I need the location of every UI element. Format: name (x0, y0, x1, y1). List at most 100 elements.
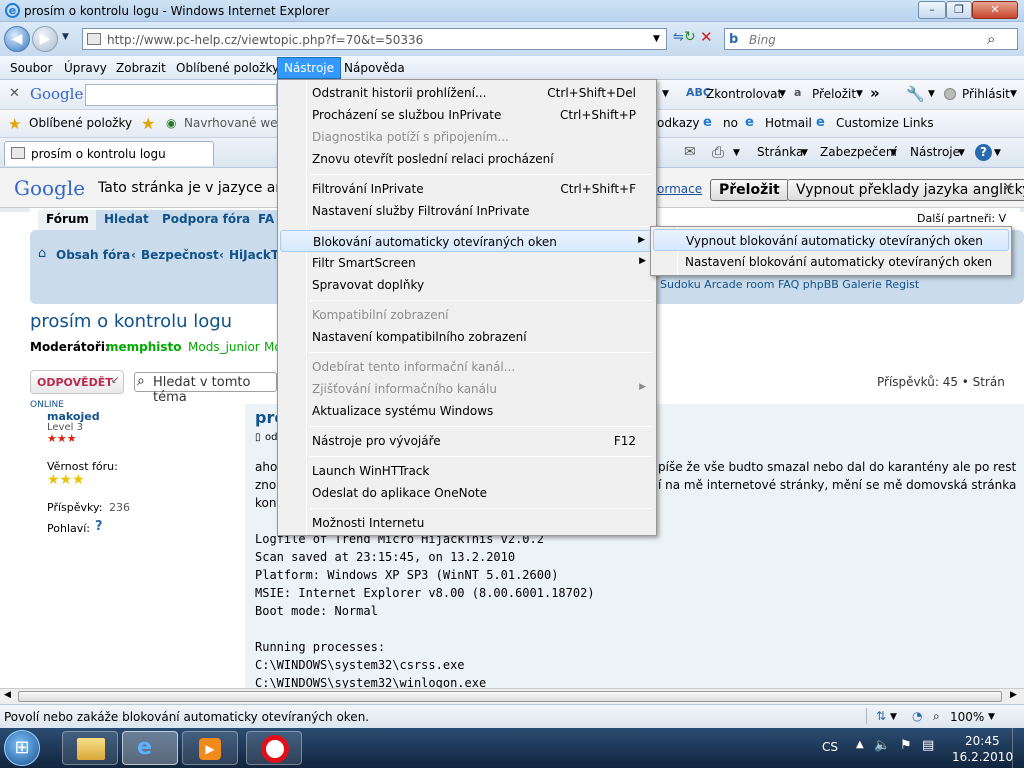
show-desktop-button[interactable] (1012, 728, 1024, 768)
taskbar-explorer[interactable] (62, 731, 118, 765)
menu-item-internet-options[interactable]: Možnosti Internetu (280, 512, 654, 534)
security-menu[interactable]: Zabezpečení (820, 145, 897, 159)
menu-item-winhttrack[interactable]: Launch WinHTTrack (280, 460, 654, 482)
recent-pages-dropdown-icon[interactable]: ▼ (62, 32, 69, 42)
spellcheck-button[interactable]: Zkontrolovat (706, 87, 782, 101)
menu-oblibene[interactable]: Oblíbené položky (176, 61, 279, 75)
menu-zobrazit[interactable]: Zobrazit (116, 61, 166, 75)
signin-dropdown-icon[interactable]: ▼ (1010, 89, 1017, 99)
zoom-level[interactable]: 100% (950, 710, 984, 724)
scroll-right-icon[interactable]: ▶ (1010, 690, 1017, 700)
help-icon[interactable]: ? (975, 144, 992, 161)
print-icon[interactable]: ⎙ (712, 143, 724, 161)
translate-page-button[interactable]: Přeložit (710, 179, 789, 201)
scroll-thumb[interactable] (18, 691, 1002, 702)
toolbar-close-icon[interactable]: ✕ (9, 86, 20, 101)
forum-nav-links[interactable]: Sudoku Arcade room FAQ phpBB Galerie Reg… (660, 278, 919, 291)
page-menu[interactable]: Stránka (757, 145, 803, 159)
search-box[interactable]: b Bing ⌕ (724, 28, 1018, 50)
wrench-icon[interactable]: 🔧 (906, 85, 925, 103)
topic-search-input[interactable]: ⌕ Hledat v tomto téma (134, 372, 277, 405)
menu-item-reopen-session[interactable]: Znovu otevřít poslední relaci procházení (280, 148, 654, 170)
menu-item-delete-history[interactable]: Odstranit historii prohlížení... Ctrl+Sh… (280, 82, 654, 104)
translate-bar-close-icon[interactable]: ✕ (1002, 180, 1014, 196)
google-search-input[interactable] (85, 84, 277, 106)
browser-tab[interactable]: prosím o kontrolu logu (4, 141, 214, 166)
horizontal-scrollbar[interactable]: ◀ ▶ (0, 688, 1024, 704)
menu-napoveda[interactable]: Nápověda (344, 61, 405, 75)
forward-button[interactable]: ▶ (32, 26, 58, 52)
favorites-button[interactable]: Oblíbené položky (29, 116, 132, 130)
print-dropdown-icon[interactable]: ▼ (733, 148, 740, 158)
refresh-icon[interactable]: ↻ (684, 29, 696, 45)
action-center-icon[interactable]: ⚑ (900, 738, 912, 753)
breadcrumb-hijackthis[interactable]: HiJackT (229, 248, 279, 262)
links-label[interactable]: odkazy (657, 116, 699, 130)
tools-menu[interactable]: Nástroje (910, 145, 960, 159)
back-button[interactable]: ◀ (4, 26, 30, 52)
taskbar-ie[interactable]: e (122, 731, 178, 765)
topic-title[interactable]: prosím o kontrolu logu (30, 311, 232, 332)
menu-item-compat-settings[interactable]: Nastavení kompatibilního zobrazení (280, 326, 654, 348)
forum-tab-forum[interactable]: Fórum (38, 210, 97, 230)
menu-upravy[interactable]: Úpravy (64, 61, 107, 75)
forum-tab-search[interactable]: Hledat (96, 210, 157, 230)
address-bar[interactable]: http://www.pc-help.cz/viewtopic.php?f=70… (82, 28, 667, 50)
wrench-dropdown-icon[interactable]: ▼ (928, 89, 935, 99)
page-dropdown-icon[interactable]: ▼ (801, 148, 808, 158)
menu-item-inprivate[interactable]: Procházení se službou InPrivate Ctrl+Shi… (280, 104, 654, 126)
menu-item-developer-tools[interactable]: Nástroje pro vývojáře F12 (280, 430, 654, 452)
moderator-memphisto[interactable]: memphisto (106, 340, 182, 354)
dropdown-arrow-icon[interactable]: ▼ (662, 89, 669, 99)
clock-time[interactable]: 20:45 (965, 734, 1000, 748)
link-customize[interactable]: Customize Links (836, 116, 934, 130)
signin-button[interactable]: Přihlásit (962, 87, 1010, 101)
search-icon[interactable]: ⌕ (987, 30, 995, 48)
disable-translation-button[interactable]: Vypnout překlady jazyka anglicky (787, 179, 1024, 201)
volume-icon[interactable]: 🔈 (874, 738, 890, 753)
breadcrumb-home[interactable]: Obsah fóra (56, 248, 130, 262)
tools-dropdown-icon[interactable]: ▼ (958, 148, 965, 158)
menu-item-popup-blocker[interactable]: Blokování automaticky otevíraných oken ▶ (280, 230, 654, 252)
help-dropdown-icon[interactable]: ▼ (994, 148, 1001, 158)
security-dropdown-icon[interactable]: ▼ (890, 148, 897, 158)
stop-icon[interactable]: ✕ (700, 28, 713, 46)
network-icon[interactable]: ▤ (922, 738, 934, 753)
spellcheck-dropdown-icon[interactable]: ▼ (779, 89, 786, 99)
taskbar-opera[interactable] (246, 731, 302, 765)
suggested-sites-link[interactable]: Navrhované web (184, 116, 285, 130)
address-dropdown-icon[interactable]: ▼ (653, 34, 660, 44)
popup-blocked-icon[interactable]: ⇅ (876, 709, 886, 723)
zoom-dropdown-icon[interactable]: ▼ (988, 712, 995, 722)
zoom-icon[interactable]: ⌕ (933, 709, 940, 724)
link-hotmail[interactable]: Hotmail (765, 116, 812, 130)
menu-item-inprivate-settings[interactable]: Nastavení služby Filtrování InPrivate (280, 200, 654, 222)
menu-nastroje[interactable]: Nástroje (277, 57, 342, 79)
read-mail-icon[interactable]: ✉ (684, 144, 696, 160)
forum-tab-support[interactable]: Podpora fóra (154, 210, 259, 230)
more-chevron-icon[interactable]: » (870, 84, 880, 102)
translate-dropdown-icon[interactable]: ▼ (856, 89, 863, 99)
menu-item-onenote[interactable]: Odeslat do aplikace OneNote (280, 482, 654, 504)
maximize-button[interactable]: ❐ (946, 1, 972, 19)
moderator-mods-junior[interactable]: Mods_junior (188, 340, 260, 354)
start-button[interactable]: ⊞ (4, 730, 40, 766)
breadcrumb-security[interactable]: Bezpečnost (141, 248, 219, 262)
protected-mode-icon[interactable]: ◔ (912, 709, 922, 723)
status-dropdown-icon[interactable]: ▼ (890, 712, 897, 722)
scroll-left-icon[interactable]: ◀ (4, 690, 11, 700)
close-button[interactable]: ✕ (972, 1, 1018, 19)
minimize-button[interactable]: – (918, 1, 946, 19)
clock-date[interactable]: 16.2.2010 (952, 750, 1013, 764)
compat-view-icon[interactable]: ⇋ (673, 30, 684, 45)
language-indicator[interactable]: CS (822, 740, 838, 754)
menu-item-smartscreen[interactable]: Filtr SmartScreen ▶ (280, 252, 654, 274)
taskbar-media-player[interactable]: ▶ (182, 731, 238, 765)
menu-item-manage-addons[interactable]: Spravovat doplňky (280, 274, 654, 296)
tray-expand-icon[interactable]: ▲ (856, 739, 864, 750)
add-favorites-icon[interactable]: ★ (141, 114, 155, 133)
translate-button[interactable]: Přeložit (812, 87, 856, 101)
submenu-item-popup-blocker-settings[interactable]: Nastavení blokování automaticky otevíran… (653, 251, 1009, 273)
reply-button[interactable]: ODPOVĚDĚT ↙ (30, 370, 124, 394)
translate-info-link[interactable]: ormace (657, 182, 702, 196)
